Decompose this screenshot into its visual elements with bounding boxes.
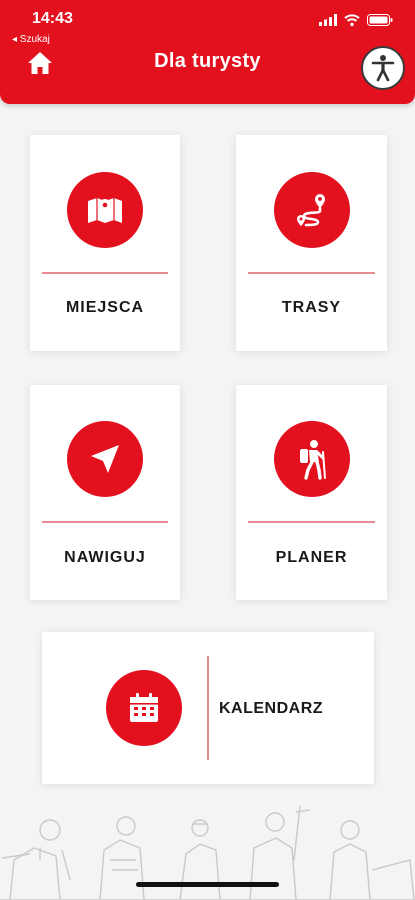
tile-divider-vertical [207,656,209,760]
tile-miejsca-label: MIEJSCA [65,299,145,316]
back-to-search-link[interactable]: ◂ Szukaj [12,34,50,45]
page-title: Dla turysty [154,50,261,72]
hiker-icon [300,440,326,480]
battery-icon [367,14,393,26]
map-pin-icon [88,198,122,223]
calendar-icon [130,693,158,722]
tile-trasy-label: TRASY [281,299,342,316]
tile-nawiguj[interactable]: NAWIGUJ [30,385,180,600]
status-time: 14:43 [32,10,73,27]
tile-divider [248,272,375,274]
tile-planer-label: PLANER [275,549,348,566]
route-icon [297,194,325,227]
wifi-icon [344,14,360,26]
tile-kalendarz-label: KALENDARZ [219,700,324,717]
tile-trasy[interactable]: TRASY [236,135,387,351]
signal-icon [319,14,337,26]
tile-miejsca[interactable]: MIEJSCA [30,135,180,351]
tile-kalendarz[interactable]: KALENDARZ [42,632,374,784]
navigation-arrow-icon [91,445,119,473]
tile-planer[interactable]: PLANER [236,385,387,600]
app-header: 14:43 ◂ Szukaj Dla turysty [0,0,415,104]
tile-miejsca-icon-circle [67,172,143,248]
tile-trasy-icon-circle [274,172,350,248]
tile-kalendarz-icon-circle [106,670,182,746]
tile-divider [248,521,375,523]
status-icons [319,14,393,26]
tile-divider [42,272,168,274]
accessibility-icon [371,55,395,82]
accessibility-button[interactable] [361,46,405,90]
tile-planer-icon-circle [274,421,350,497]
tile-nawiguj-icon-circle [67,421,143,497]
home-indicator [136,882,279,887]
tile-divider [42,521,168,523]
tile-nawiguj-label: NAWIGUJ [64,549,146,566]
